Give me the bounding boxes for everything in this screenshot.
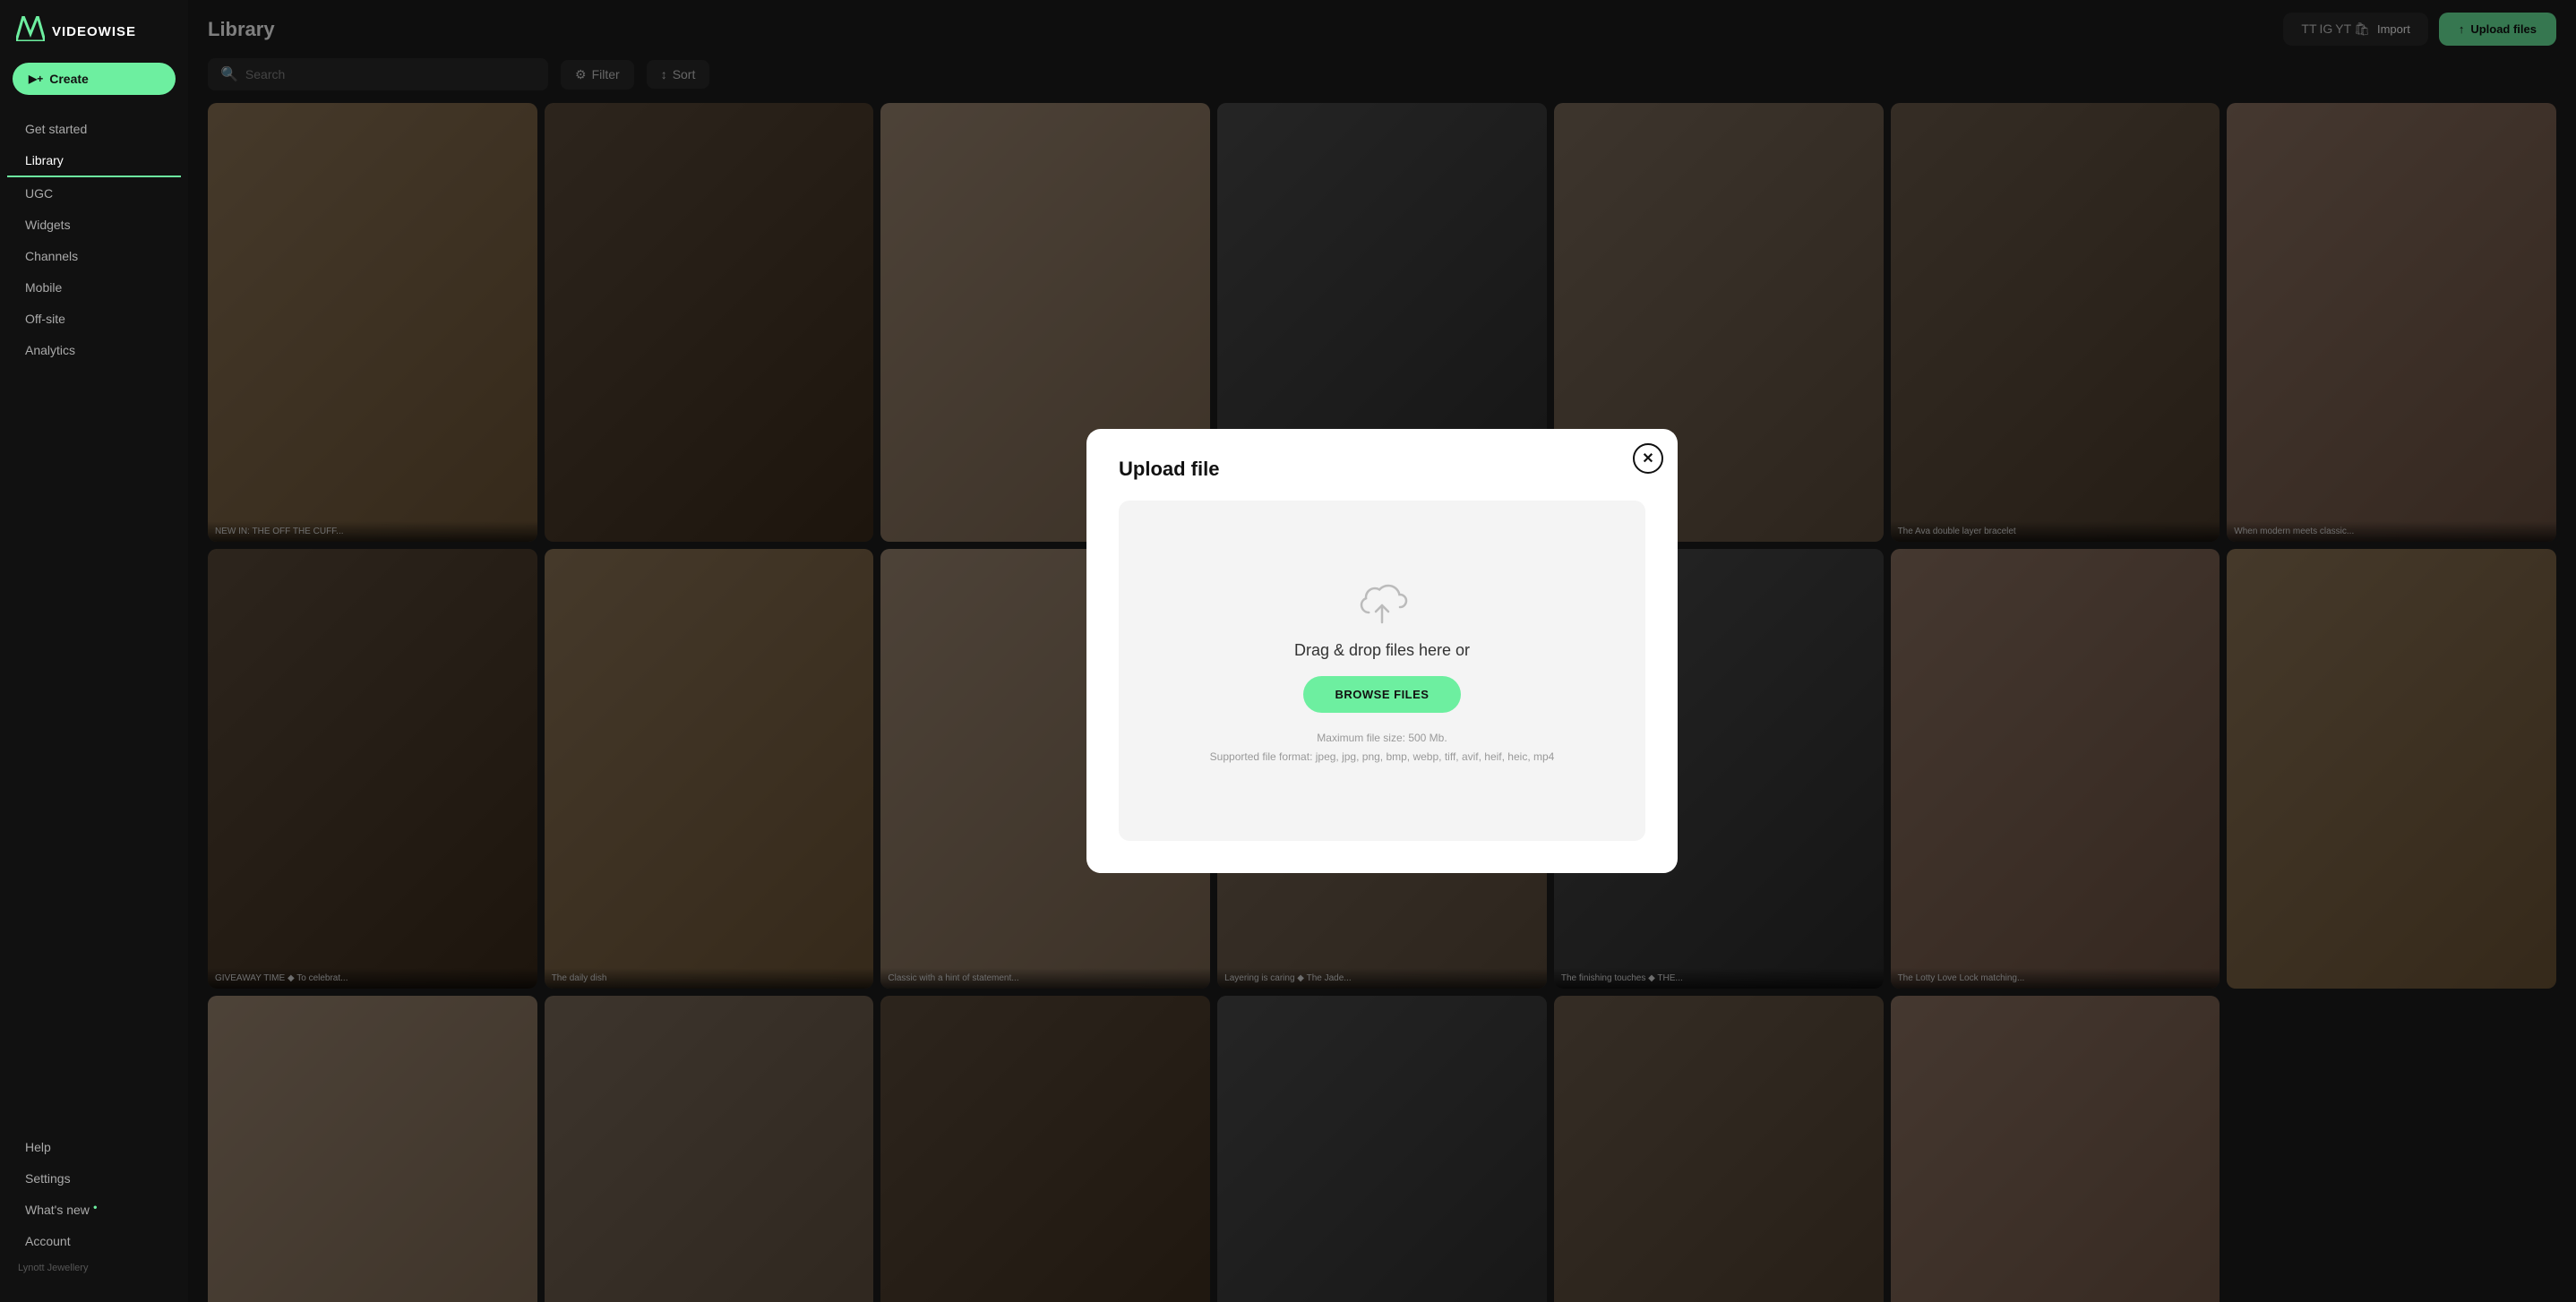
upload-modal: ✕ Upload file Drag & drop files here or … — [1086, 429, 1678, 873]
sidebar-item-analytics[interactable]: Analytics — [7, 335, 181, 365]
browse-files-button[interactable]: BROWSE FILES — [1303, 676, 1462, 713]
logo-text: VIDEOWISE — [52, 24, 136, 39]
formats-text: Supported file format: jpeg, jpg, png, b… — [1210, 748, 1555, 766]
sidebar-item-help[interactable]: Help — [7, 1132, 181, 1162]
cloud-upload-icon — [1351, 576, 1413, 625]
brand-name: Lynott Jewellery — [0, 1257, 188, 1279]
create-label: Create — [49, 72, 89, 86]
drop-text: Drag & drop files here or — [1294, 641, 1470, 660]
sidebar-item-whats-new[interactable]: What's new ● — [7, 1195, 181, 1225]
sidebar-item-channels[interactable]: Channels — [7, 241, 181, 271]
sidebar-item-ugc[interactable]: UGC — [7, 178, 181, 209]
drop-zone[interactable]: Drag & drop files here or BROWSE FILES M… — [1119, 501, 1645, 841]
close-modal-button[interactable]: ✕ — [1633, 443, 1663, 474]
sidebar-item-off-site[interactable]: Off-site — [7, 304, 181, 334]
sidebar-item-library[interactable]: Library — [7, 145, 181, 177]
max-size-text: Maximum file size: 500 Mb. — [1210, 729, 1555, 747]
logo-icon — [16, 16, 45, 47]
create-button[interactable]: ▶+ Create — [13, 63, 176, 95]
sidebar-item-settings[interactable]: Settings — [7, 1163, 181, 1194]
sidebar-item-widgets[interactable]: Widgets — [7, 210, 181, 240]
sidebar-item-account[interactable]: Account — [7, 1226, 181, 1256]
file-info: Maximum file size: 500 Mb. Supported fil… — [1210, 729, 1555, 766]
main-content: Library TT IG YT 🛍 Import ↑ Upload files… — [188, 0, 2576, 1302]
main-nav: Get started Library UGC Widgets Channels… — [0, 113, 188, 366]
sidebar-item-mobile[interactable]: Mobile — [7, 272, 181, 303]
modal-title: Upload file — [1119, 458, 1645, 481]
sidebar-bottom: Help Settings What's new ● Account Lynot… — [0, 1131, 188, 1286]
play-icon: ▶+ — [29, 73, 43, 85]
sidebar-item-get-started[interactable]: Get started — [7, 114, 181, 144]
logo-area: VIDEOWISE — [0, 16, 188, 63]
modal-backdrop[interactable]: ✕ Upload file Drag & drop files here or … — [188, 0, 2576, 1302]
sidebar: VIDEOWISE ▶+ Create Get started Library … — [0, 0, 188, 1302]
